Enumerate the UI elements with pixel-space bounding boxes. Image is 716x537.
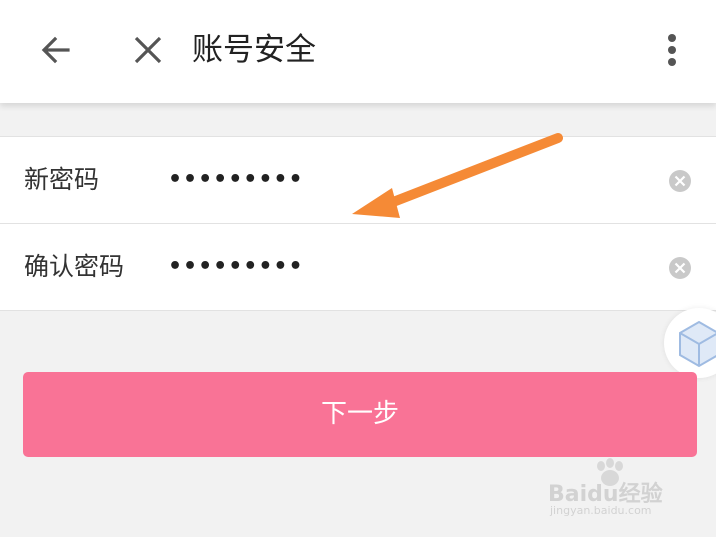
annotation-arrow-icon: [352, 133, 563, 218]
back-button[interactable]: [28, 22, 84, 78]
next-step-button[interactable]: 下一步: [23, 372, 697, 457]
close-button[interactable]: [120, 22, 176, 78]
new-password-label: 新密码: [24, 165, 100, 194]
confirm-password-row: 确认密码 •••••••••: [0, 223, 716, 310]
floating-cube-widget[interactable]: [664, 308, 716, 378]
cube-icon: [679, 320, 716, 368]
page-title: 账号安全: [192, 32, 316, 68]
new-password-input[interactable]: •••••••••: [168, 137, 304, 223]
watermark-url: jingyan.baidu.com: [550, 504, 652, 517]
close-icon: [134, 36, 162, 64]
top-app-bar: 账号安全: [0, 0, 716, 103]
more-vert-icon: [668, 34, 676, 66]
confirm-password-input[interactable]: •••••••••: [168, 224, 304, 310]
baidu-jingyan-watermark: Baidu经验 jingyan.baidu.com: [548, 458, 688, 522]
more-options-button[interactable]: [650, 22, 694, 78]
confirm-password-label: 确认密码: [24, 252, 125, 281]
arrow-back-icon: [41, 36, 70, 64]
clear-circle-icon[interactable]: [668, 256, 692, 280]
clear-circle-icon[interactable]: [668, 169, 692, 193]
